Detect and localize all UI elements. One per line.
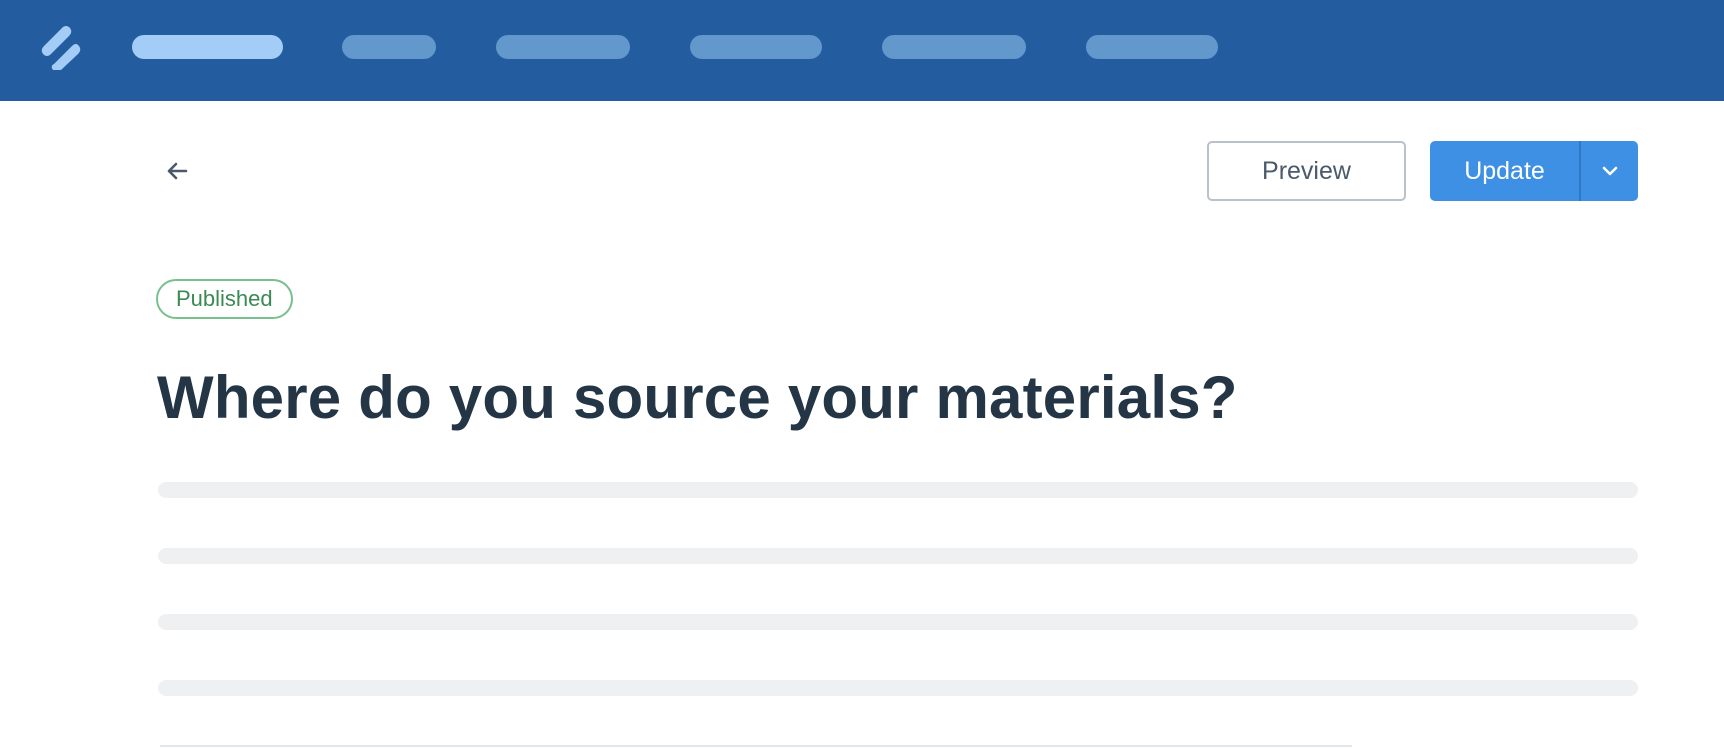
divider — [160, 745, 1352, 747]
preview-button[interactable]: Preview — [1207, 141, 1406, 201]
update-button[interactable]: Update — [1430, 141, 1579, 201]
arrow-left-icon — [167, 162, 188, 180]
nav-item-3[interactable] — [496, 35, 630, 59]
article-title[interactable]: Where do you source your materials? — [157, 360, 1637, 436]
nav-item-6[interactable] — [1086, 35, 1218, 59]
body-placeholder-line — [158, 482, 1638, 498]
body-placeholder-line — [158, 614, 1638, 630]
back-button[interactable] — [160, 156, 194, 186]
top-navigation-bar — [0, 0, 1724, 101]
body-placeholder-line — [158, 548, 1638, 564]
double-slash-logo-icon[interactable] — [40, 24, 82, 70]
update-options-dropdown[interactable] — [1581, 141, 1638, 201]
status-badge: Published — [156, 279, 293, 319]
update-button-group: Update — [1430, 141, 1638, 201]
nav-item-4[interactable] — [690, 35, 822, 59]
body-placeholder-line — [158, 680, 1638, 696]
chevron-down-icon — [1602, 166, 1617, 176]
nav-item-2[interactable] — [342, 35, 436, 59]
nav-item-5[interactable] — [882, 35, 1026, 59]
nav-item-1[interactable] — [132, 35, 283, 59]
